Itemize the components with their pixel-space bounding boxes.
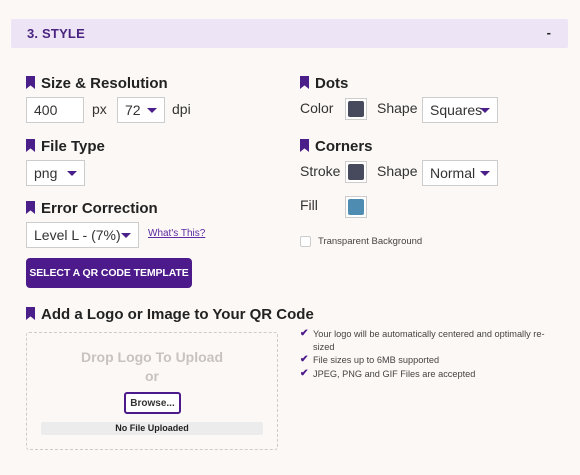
corners-shape-select[interactable]: Normal xyxy=(422,160,498,186)
logo-notes-list: ✔ Your logo will be automatically centere… xyxy=(300,328,545,381)
collapse-toggle[interactable]: - xyxy=(547,25,551,40)
chevron-down-icon xyxy=(480,171,490,176)
chevron-down-icon xyxy=(480,108,490,113)
dots-shape-select[interactable]: Squares xyxy=(422,97,498,123)
dots-heading: Dots xyxy=(300,75,348,92)
file-status: No File Uploaded xyxy=(41,422,263,435)
transparent-background-checkbox[interactable] xyxy=(300,236,311,247)
dpi-select[interactable]: 72 xyxy=(117,97,165,123)
section-header[interactable]: 3. STYLE - xyxy=(11,19,568,48)
corners-stroke-color-picker[interactable] xyxy=(345,161,367,183)
corners-heading: Corners xyxy=(300,138,373,155)
whats-this-link[interactable]: What's This? xyxy=(148,228,205,239)
transparent-background-label: Transparent Background xyxy=(318,236,423,247)
dots-color-picker[interactable] xyxy=(345,98,367,120)
error-correction-select[interactable]: Level L - (7%) xyxy=(26,222,139,248)
corners-fill-color-picker[interactable] xyxy=(345,196,367,218)
checkmark-icon: ✔ xyxy=(300,367,309,379)
px-unit-label: px xyxy=(92,101,107,117)
bookmark-icon xyxy=(26,139,35,152)
logo-dropzone[interactable]: Drop Logo To Upload or Browse... No File… xyxy=(26,332,278,450)
corners-stroke-swatch xyxy=(348,164,364,180)
checkmark-icon: ✔ xyxy=(300,354,309,365)
file-type-heading: File Type xyxy=(26,138,105,155)
chevron-down-icon xyxy=(121,233,131,238)
bookmark-icon xyxy=(26,307,35,320)
dpi-unit-label: dpi xyxy=(172,101,191,117)
bookmark-icon xyxy=(300,139,309,152)
list-item: ✔ File sizes up to 6MB supported xyxy=(300,354,440,365)
drop-logo-text: Drop Logo To Upload xyxy=(80,349,224,365)
select-template-button[interactable]: SELECT A QR CODE TEMPLATE xyxy=(26,258,192,288)
checkmark-icon: ✔ xyxy=(300,328,309,339)
file-type-select[interactable]: png xyxy=(26,160,85,186)
corners-fill-swatch xyxy=(348,199,364,215)
bookmark-icon xyxy=(26,76,35,89)
corners-stroke-label: Stroke xyxy=(300,163,341,179)
size-resolution-heading: Size & Resolution xyxy=(26,75,168,92)
list-item: ✔ JPEG, PNG and GIF Files are accepted xyxy=(300,367,476,379)
error-correction-heading: Error Correction xyxy=(26,200,158,217)
dots-color-label: Color xyxy=(300,100,334,116)
bookmark-icon xyxy=(300,76,309,89)
browse-button[interactable]: Browse... xyxy=(124,392,181,414)
section-title: 3. STYLE xyxy=(27,26,85,41)
corners-shape-label: Shape xyxy=(377,163,418,179)
width-input[interactable]: 400 xyxy=(26,97,84,123)
dots-color-swatch xyxy=(348,101,364,117)
or-text: or xyxy=(145,368,159,384)
chevron-down-icon xyxy=(147,108,157,113)
corners-fill-label: Fill xyxy=(300,197,318,213)
bookmark-icon xyxy=(26,201,35,214)
list-item: ✔ Your logo will be automatically centere… xyxy=(300,328,545,352)
dots-shape-label: Shape xyxy=(377,100,418,116)
chevron-down-icon xyxy=(67,171,77,176)
logo-upload-heading: Add a Logo or Image to Your QR Code xyxy=(26,306,314,323)
